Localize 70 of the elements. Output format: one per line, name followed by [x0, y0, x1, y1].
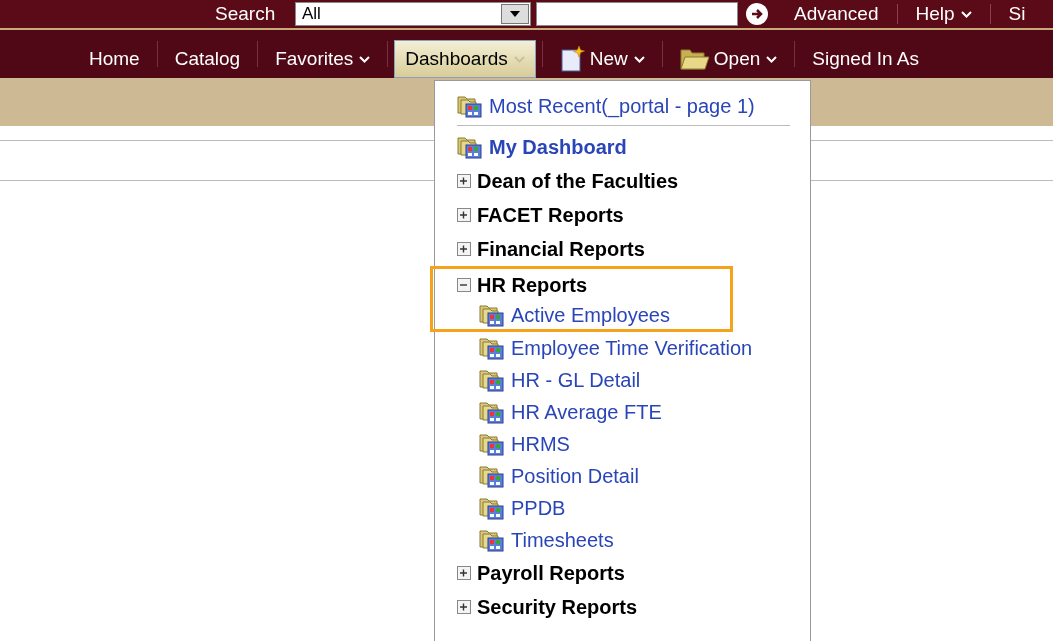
dashboard-link[interactable]: Timesheets	[511, 525, 614, 555]
caret-icon	[359, 55, 371, 63]
folder-group-label[interactable]: Security Reports	[477, 592, 638, 622]
menu-row[interactable]: Dean of the Faculties	[457, 164, 810, 198]
expand-icon[interactable]	[457, 174, 471, 188]
nav-menu-item[interactable]: Open	[668, 40, 789, 78]
menu-row[interactable]: Position Detail	[457, 460, 810, 492]
nav-menu-item[interactable]: Catalog	[163, 40, 252, 78]
scope-select[interactable]: All	[295, 2, 531, 26]
nav-menu-item[interactable]: Home	[78, 40, 151, 78]
sign-out-link[interactable]: Si	[1008, 0, 1026, 29]
caret-icon	[960, 10, 972, 18]
menu-row[interactable]: HR - GL Detail	[457, 364, 810, 396]
search-label: Search	[215, 1, 277, 26]
dashboard-link[interactable]: PPDB	[511, 493, 566, 523]
dashboard-folder-icon	[479, 464, 505, 488]
dashboard-folder-icon	[479, 336, 505, 360]
dashboard-folder-icon	[479, 302, 505, 327]
dashboard-folder-icon	[479, 432, 505, 456]
dashboard-link[interactable]: HR Average FTE	[511, 397, 662, 427]
menu-row[interactable]: Security Reports	[457, 590, 810, 624]
folder-group-label[interactable]: HR Reports	[477, 269, 587, 300]
caret-icon	[633, 55, 645, 63]
nav-menu-item[interactable]: New	[548, 40, 656, 78]
menu-row[interactable]: HRMS	[457, 428, 810, 460]
search-input[interactable]	[536, 2, 738, 26]
menu-row[interactable]: Payroll Reports	[457, 556, 810, 590]
dashboard-folder-icon	[479, 528, 505, 552]
dashboard-folder-icon	[479, 368, 505, 392]
nav-menu-item[interactable]: Dashboards	[394, 40, 536, 78]
folder-group-label[interactable]: Payroll Reports	[477, 558, 625, 588]
menu-row[interactable]: Active Employees	[430, 300, 733, 332]
menu-row[interactable]: Financial Reports	[457, 232, 810, 266]
menu-row[interactable]: Employee Time Verification	[457, 332, 810, 364]
dashboard-link[interactable]: My Dashboard	[489, 132, 627, 162]
dashboard-link[interactable]: Employee Time Verification	[511, 333, 753, 363]
new-document-icon	[559, 45, 586, 73]
menu-row[interactable]: HR Average FTE	[457, 396, 810, 428]
dashboard-link[interactable]: Most Recent(_portal - page 1)	[489, 91, 755, 121]
advanced-link[interactable]: Advanced	[794, 0, 879, 29]
expand-icon[interactable]	[457, 242, 471, 256]
dashboard-link[interactable]: Position Detail	[511, 461, 639, 491]
caret-icon	[513, 55, 525, 63]
search-go-icon[interactable]	[744, 1, 770, 27]
menu-row[interactable]: Most Recent(_portal - page 1)	[457, 89, 810, 123]
collapse-icon[interactable]	[457, 277, 471, 292]
menu-row[interactable]: HR Reports	[430, 266, 733, 300]
dashboard-folder-icon	[479, 496, 505, 520]
menu-row[interactable]: My Dashboard	[457, 130, 810, 164]
dropdown-arrow-icon	[510, 11, 520, 17]
nav-menu-item[interactable]: Favorites	[264, 40, 382, 78]
expand-icon[interactable]	[457, 566, 471, 580]
expand-icon[interactable]	[457, 600, 471, 614]
folder-group-label[interactable]: Financial Reports	[477, 234, 645, 264]
dashboard-link[interactable]: Active Employees	[511, 299, 670, 330]
menu-row[interactable]: FACET Reports	[457, 198, 810, 232]
caret-icon	[766, 55, 778, 63]
menu-row[interactable]: Timesheets	[457, 524, 810, 556]
nav-menu-item[interactable]: Signed In As	[801, 40, 930, 78]
menu-row[interactable]: PPDB	[457, 492, 810, 524]
folder-group-label[interactable]: FACET Reports	[477, 200, 624, 230]
help-menu[interactable]: Help	[915, 0, 972, 29]
expand-icon[interactable]	[457, 208, 471, 222]
dashboard-link[interactable]: HRMS	[511, 429, 570, 459]
dashboard-link[interactable]: HR - GL Detail	[511, 365, 641, 395]
dashboard-folder-icon	[457, 135, 483, 159]
dashboard-folder-icon	[479, 400, 505, 424]
folder-group-label[interactable]: Dean of the Faculties	[477, 166, 679, 196]
folder-icon	[679, 47, 710, 71]
dashboard-folder-icon	[457, 94, 483, 118]
